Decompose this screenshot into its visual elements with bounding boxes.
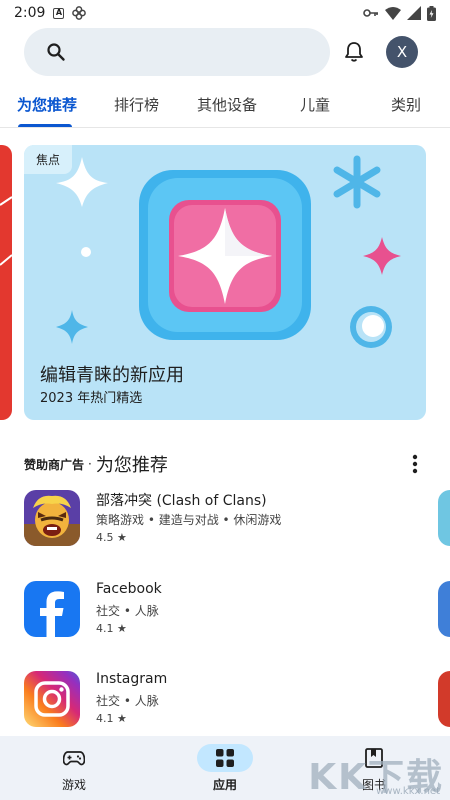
key-icon bbox=[363, 9, 378, 17]
list-item[interactable]: 部落冲突 (Clash of Clans) 策略游戏 • 建造与对战 • 休闲游… bbox=[24, 490, 424, 550]
more-options-icon[interactable] bbox=[412, 454, 418, 474]
avatar[interactable]: X bbox=[386, 36, 418, 68]
separator: · bbox=[88, 457, 92, 471]
pinwheel-icon bbox=[72, 6, 87, 20]
facebook-icon bbox=[24, 581, 80, 637]
banner-title: 编辑青睐的新应用 bbox=[40, 365, 184, 386]
nav-games-pill bbox=[46, 744, 102, 772]
app-rating: 4.1 ★ bbox=[96, 712, 127, 725]
bell-icon bbox=[345, 42, 363, 62]
section-header: 赞助商广告 · 为您推荐 bbox=[24, 450, 426, 478]
app-categories: 社交 • 人脉 bbox=[96, 694, 159, 708]
tab-kids[interactable]: 儿童 bbox=[300, 94, 330, 115]
app-categories: 策略游戏 • 建造与对战 • 休闲游戏 bbox=[96, 513, 282, 527]
nav-games[interactable]: 游戏 bbox=[18, 736, 138, 800]
tab-for-you[interactable]: 为您推荐 bbox=[17, 94, 77, 115]
status-time: 2:09 bbox=[14, 5, 46, 21]
apps-grid-icon bbox=[216, 749, 234, 767]
nav-apps-pill bbox=[197, 744, 253, 772]
app-name: 部落冲突 (Clash of Clans) bbox=[96, 493, 267, 509]
clash-of-clans-icon bbox=[24, 490, 80, 546]
next-app-card[interactable] bbox=[438, 490, 450, 546]
search-row: X bbox=[0, 28, 450, 76]
battery-icon bbox=[427, 5, 436, 21]
banner-subtitle: 2023 年热门精选 bbox=[40, 391, 143, 406]
tab-top-charts[interactable]: 排行榜 bbox=[114, 94, 159, 115]
app-rating: 4.1 ★ bbox=[96, 622, 127, 635]
app-rating: 4.5 ★ bbox=[96, 531, 127, 544]
tab-categories[interactable]: 类别 bbox=[391, 94, 421, 115]
active-tab-indicator bbox=[18, 124, 72, 127]
signal-icon bbox=[407, 6, 421, 20]
notifications-button[interactable] bbox=[340, 38, 368, 66]
nav-games-label: 游戏 bbox=[61, 778, 86, 792]
category-tabs: 为您推荐 排行榜 其他设备 儿童 类别 bbox=[0, 88, 450, 128]
app-name: Instagram bbox=[96, 671, 168, 687]
featured-banner[interactable]: 焦点 编辑青睐的新应用 2023 年热门精选 bbox=[24, 145, 426, 420]
next-app-card[interactable] bbox=[438, 581, 450, 637]
watermark-url: www.kkx.net bbox=[376, 786, 440, 797]
list-item[interactable]: Instagram 社交 • 人脉 4.1 ★ bbox=[24, 671, 424, 731]
app-name: Facebook bbox=[96, 581, 162, 597]
next-app-card[interactable] bbox=[438, 671, 450, 727]
section-title: 为您推荐 bbox=[95, 455, 168, 476]
tab-other-devices[interactable]: 其他设备 bbox=[197, 94, 257, 115]
wifi-icon bbox=[385, 6, 401, 20]
nav-apps-label: 应用 bbox=[212, 778, 237, 792]
notification-a-icon: A bbox=[53, 7, 65, 19]
search-bar[interactable] bbox=[24, 28, 330, 76]
status-bar: 2:09 A bbox=[0, 0, 450, 26]
list-item[interactable]: Facebook 社交 • 人脉 4.1 ★ bbox=[24, 581, 424, 641]
sponsored-label: 赞助商广告 bbox=[24, 457, 85, 472]
search-icon[interactable] bbox=[46, 42, 66, 62]
gamepad-icon bbox=[63, 751, 85, 766]
banner-badge: 焦点 bbox=[24, 145, 73, 174]
instagram-icon bbox=[24, 671, 80, 727]
previous-banner-card[interactable] bbox=[0, 145, 13, 420]
nav-apps[interactable]: 应用 bbox=[169, 736, 289, 800]
app-categories: 社交 • 人脉 bbox=[96, 604, 159, 618]
